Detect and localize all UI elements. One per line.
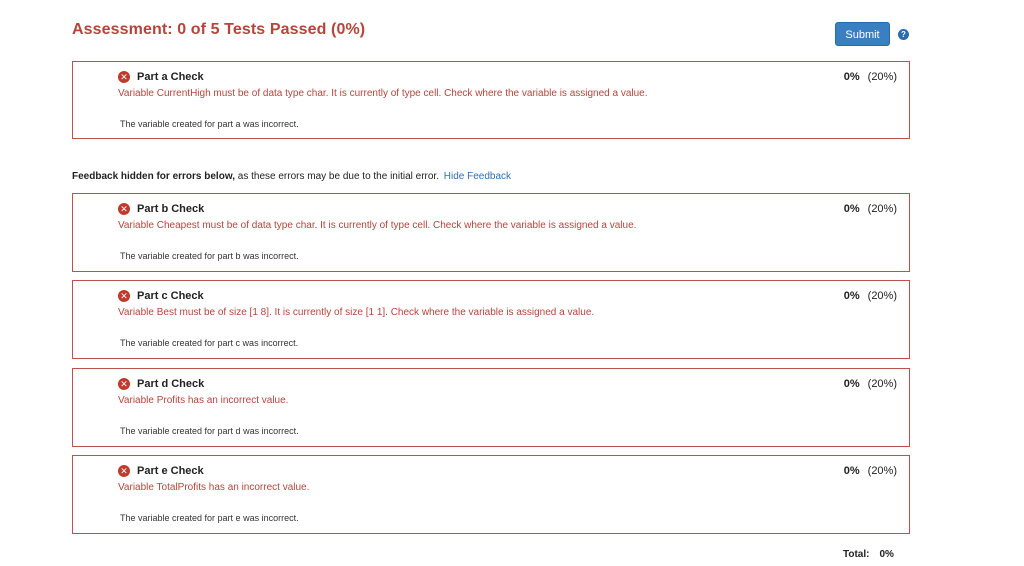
check-weight: (20%) [867, 465, 897, 477]
check-title: Part c Check [137, 290, 204, 302]
check-percent: 0% [843, 71, 860, 83]
check-note: The variable created for part e was inco… [120, 513, 299, 523]
check-score: 0% (20%) [844, 465, 897, 477]
check-note: The variable created for part c was inco… [120, 338, 299, 348]
check-card-part-a: ✕ Part a Check 0% (20%) Variable CurrentH… [72, 61, 910, 139]
question-circle-icon[interactable]: ? [898, 29, 909, 40]
check-percent: 0% [843, 465, 860, 477]
x-circle-icon: ✕ [118, 378, 130, 390]
check-weight: (20%) [867, 71, 897, 83]
x-circle-icon: ✕ [118, 465, 130, 477]
check-header: ✕ Part e Check [118, 465, 204, 477]
check-card-part-c: ✕ Part c Check 0% (20%) Variable Best mus… [72, 280, 910, 359]
check-header: ✕ Part b Check [118, 203, 204, 215]
check-weight: (20%) [867, 203, 897, 215]
check-weight: (20%) [867, 290, 897, 302]
check-error-message: Variable Profits has an incorrect value. [118, 395, 289, 406]
check-card-part-e: ✕ Part e Check 0% (20%) Variable TotalPro… [72, 455, 910, 534]
assessment-page: Assessment: 0 of 5 Tests Passed (0%) Sub… [0, 0, 1024, 566]
check-score: 0% (20%) [844, 71, 897, 83]
check-score: 0% (20%) [844, 378, 897, 390]
x-circle-icon: ✕ [118, 203, 130, 215]
total-label: Total: [843, 549, 870, 560]
x-circle-icon: ✕ [118, 290, 130, 302]
check-header: ✕ Part a Check [118, 71, 204, 83]
check-score: 0% (20%) [844, 290, 897, 302]
submit-button[interactable]: Submit [835, 22, 890, 46]
hide-feedback-link[interactable]: Hide Feedback [444, 171, 511, 182]
assessment-title: Assessment: 0 of 5 Tests Passed (0%) [72, 21, 366, 38]
check-note: The variable created for part d was inco… [120, 426, 299, 436]
check-header: ✕ Part c Check [118, 290, 204, 302]
check-error-message: Variable TotalProfits has an incorrect v… [118, 482, 310, 493]
feedback-rest-text: as these errors may be due to the initia… [235, 171, 439, 182]
check-score: 0% (20%) [844, 203, 897, 215]
check-title: Part d Check [137, 378, 205, 390]
check-card-part-d: ✕ Part d Check 0% (20%) Variable Profits … [72, 368, 910, 447]
feedback-bold-text: Feedback hidden for errors below, [72, 171, 235, 182]
check-weight: (20%) [867, 378, 897, 390]
total-score: Total: 0% [843, 549, 894, 560]
check-header: ✕ Part d Check [118, 378, 204, 390]
check-title: Part e Check [137, 465, 204, 477]
check-percent: 0% [843, 203, 860, 215]
check-error-message: Variable CurrentHigh must be of data typ… [118, 88, 648, 99]
check-error-message: Variable Cheapest must be of data type c… [118, 220, 637, 231]
check-note: The variable created for part a was inco… [120, 119, 299, 129]
check-card-part-b: ✕ Part b Check 0% (20%) Variable Cheapest… [72, 193, 910, 272]
check-title: Part b Check [137, 203, 205, 215]
feedback-notice: Feedback hidden for errors below, as the… [72, 171, 511, 182]
check-error-message: Variable Best must be of size [1 8]. It … [118, 307, 595, 318]
check-percent: 0% [843, 290, 860, 302]
x-circle-icon: ✕ [118, 71, 130, 83]
check-title: Part a Check [137, 71, 204, 83]
total-value: 0% [879, 549, 894, 560]
check-percent: 0% [843, 378, 860, 390]
check-note: The variable created for part b was inco… [120, 251, 299, 261]
